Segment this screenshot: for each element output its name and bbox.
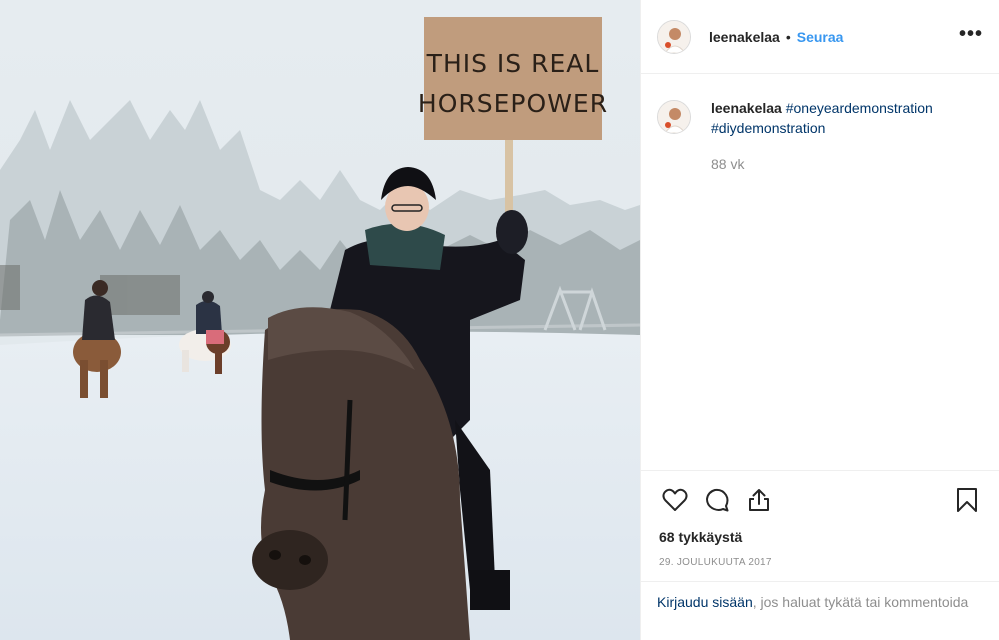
comment-icon [706, 488, 729, 512]
share-button[interactable] [739, 480, 779, 520]
post-footer: 68 tykkäystä 29. JOULUKUUTA 2017 [641, 470, 999, 568]
post-header: leenakelaa • Seuraa ••• [641, 0, 999, 74]
login-link[interactable]: Kirjaudu sisään [657, 594, 753, 610]
avatar-image [658, 20, 690, 53]
follow-button[interactable]: Seuraa [797, 29, 844, 45]
photo-illustration: THIS IS REAL HORSEPOWER [0, 0, 640, 640]
more-options-icon[interactable]: ••• [959, 24, 983, 44]
heart-icon [662, 488, 688, 511]
like-button[interactable] [655, 480, 695, 520]
instagram-post: THIS IS REAL HORSEPOWER leenakelaa • Seu… [0, 0, 999, 640]
sign-line-2: HORSEPOWER [418, 89, 608, 118]
action-bar [641, 471, 999, 529]
comment-button[interactable] [697, 480, 737, 520]
separator-dot: • [785, 28, 791, 45]
hashtag-link[interactable]: #diydemonstration [711, 120, 825, 136]
post-date[interactable]: 29. JOULUKUUTA 2017 [641, 557, 999, 568]
login-prompt-text: , jos haluat tykätä tai kommentoida [752, 594, 969, 610]
caption: leenakelaa #oneyeardemonstration #diydem… [657, 98, 983, 174]
hashtag-link[interactable]: #oneyeardemonstration [786, 100, 933, 116]
save-button[interactable] [947, 480, 987, 520]
caption-avatar[interactable] [657, 100, 691, 134]
login-prompt: Kirjaudu sisään, jos haluat tykätä tai k… [641, 581, 999, 622]
caption-avatar-image [658, 101, 690, 133]
likes-count[interactable]: 68 tykkäystä [641, 529, 999, 545]
caption-age: 88 vk [711, 156, 745, 172]
sign-line-1: THIS IS REAL [426, 49, 600, 78]
post-photo[interactable]: THIS IS REAL HORSEPOWER [0, 0, 640, 640]
caption-username[interactable]: leenakelaa [711, 100, 782, 116]
caption-body: leenakelaa #oneyeardemonstration #diydem… [711, 98, 933, 174]
header-username[interactable]: leenakelaa [709, 29, 780, 45]
avatar[interactable] [657, 19, 691, 54]
bookmark-icon [957, 488, 977, 512]
post-sidebar: leenakelaa • Seuraa ••• leenakelaa #oney… [640, 0, 999, 640]
share-icon [749, 489, 769, 511]
